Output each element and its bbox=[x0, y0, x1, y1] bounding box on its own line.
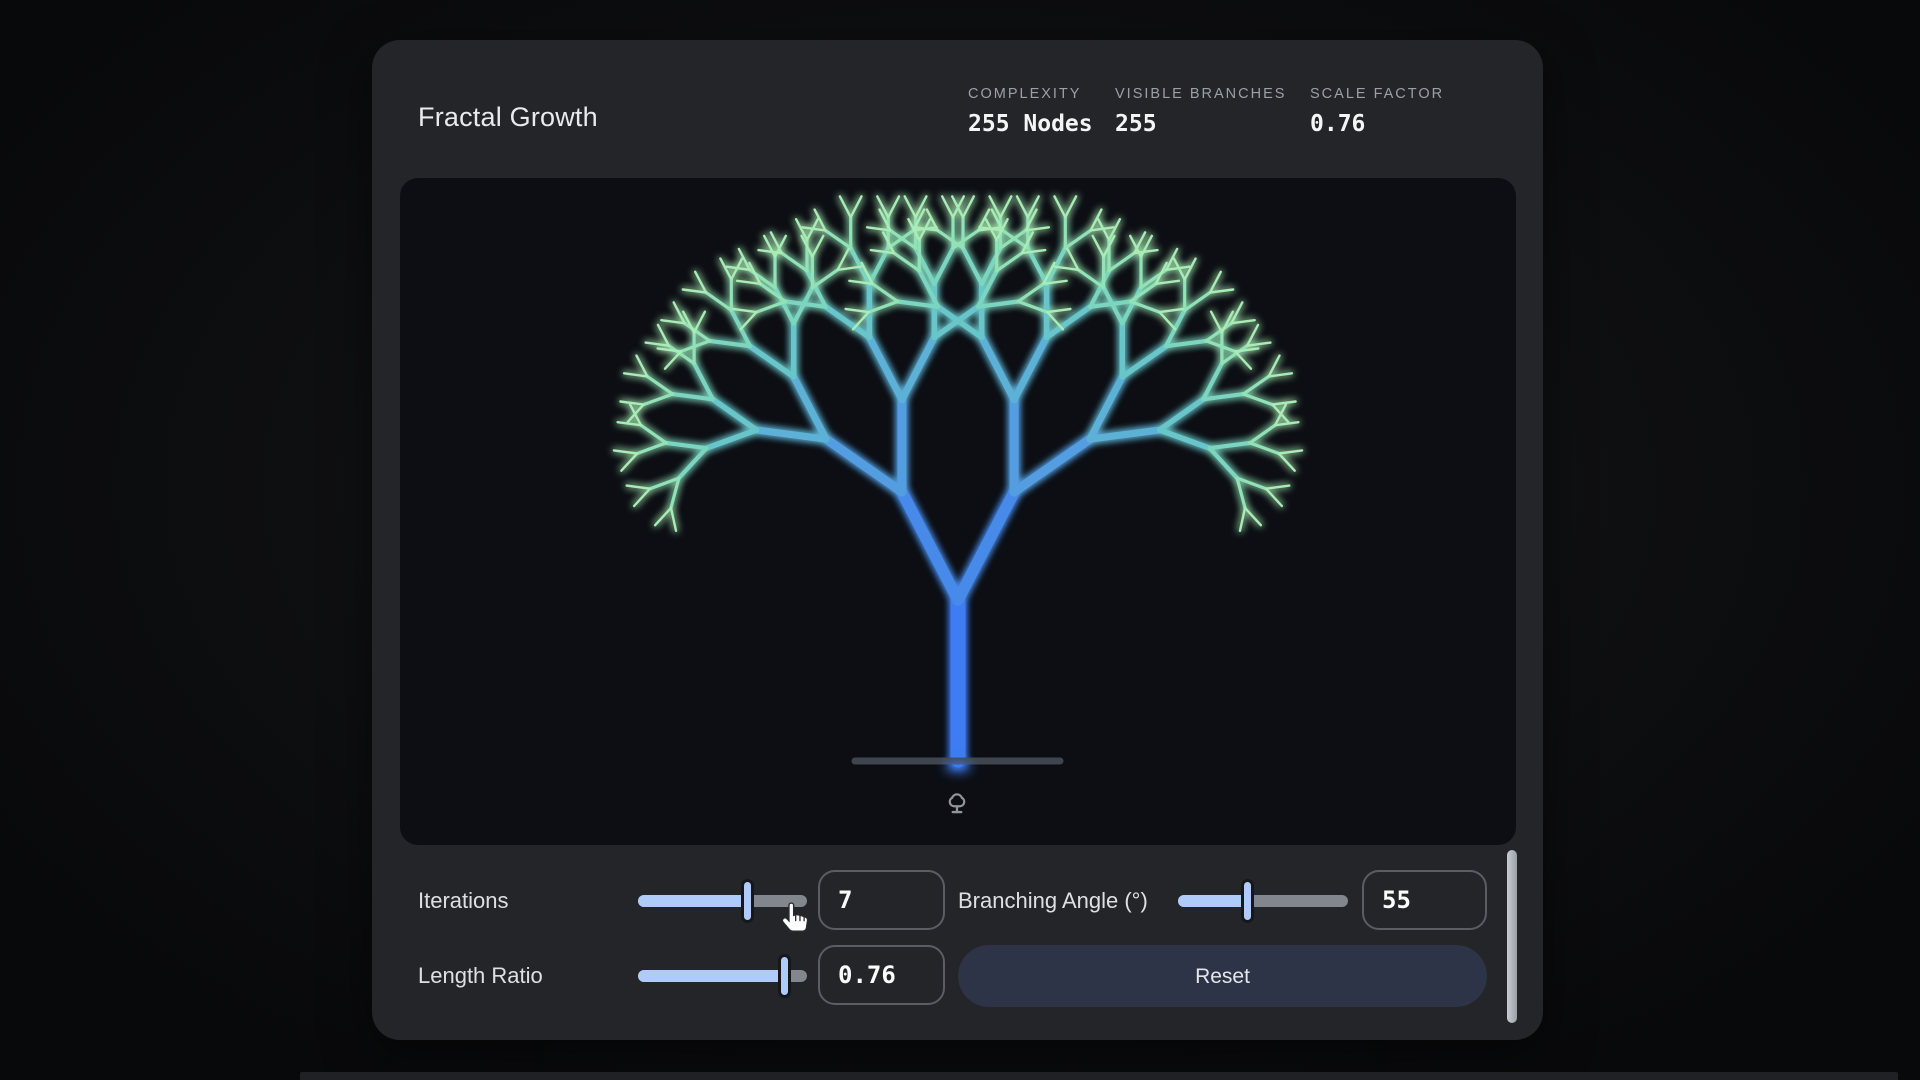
fractal-tree-drawing bbox=[612, 195, 1304, 774]
iterations-slider-thumb[interactable] bbox=[740, 879, 754, 923]
fractal-tree-branches bbox=[612, 195, 1304, 768]
length-ratio-slider-thumb[interactable] bbox=[778, 954, 792, 998]
stat-complexity-value: 255 Nodes bbox=[968, 111, 1093, 137]
stat-visible-branches: VISIBLE BRANCHES 255 bbox=[1115, 86, 1286, 137]
branching-angle-slider[interactable] bbox=[1178, 879, 1348, 923]
branching-angle-value-field[interactable]: 55 bbox=[1362, 870, 1487, 930]
branching-angle-slider-fill bbox=[1178, 895, 1248, 907]
fractal-canvas[interactable] bbox=[400, 178, 1516, 845]
stat-visible-branches-label: VISIBLE BRANCHES bbox=[1115, 86, 1287, 102]
iterations-value-field[interactable]: 7 bbox=[818, 870, 945, 930]
length-ratio-slider-fill bbox=[638, 970, 786, 982]
stat-complexity-label: COMPLEXITY bbox=[968, 86, 1082, 102]
stat-scale-factor: SCALE FACTOR 0.76 bbox=[1310, 86, 1444, 137]
trunk-base-glow bbox=[944, 760, 972, 774]
scrollbar-thumb[interactable] bbox=[1507, 850, 1517, 1023]
iterations-slider-fill bbox=[638, 895, 748, 907]
length-ratio-slider[interactable] bbox=[638, 954, 807, 998]
length-ratio-label: Length Ratio bbox=[418, 963, 543, 988]
stat-scale-factor-label: SCALE FACTOR bbox=[1310, 86, 1445, 102]
fractal-growth-panel: Fractal Growth COMPLEXITY 255 Nodes VISI… bbox=[372, 40, 1543, 1040]
stat-visible-branches-value: 255 bbox=[1115, 111, 1157, 137]
next-section-edge bbox=[300, 1072, 1898, 1080]
stat-scale-factor-value: 0.76 bbox=[1310, 111, 1366, 137]
reset-button[interactable]: Reset bbox=[958, 945, 1487, 1007]
iterations-label: Iterations bbox=[418, 888, 509, 913]
tree-icon bbox=[948, 793, 966, 814]
panel-title: Fractal Growth bbox=[418, 102, 598, 132]
length-ratio-value-field[interactable]: 0.76 bbox=[818, 945, 945, 1005]
branching-angle-slider-thumb[interactable] bbox=[1240, 879, 1254, 923]
branching-angle-label: Branching Angle (°) bbox=[958, 888, 1148, 913]
stat-complexity: COMPLEXITY 255 Nodes bbox=[968, 86, 1093, 137]
iterations-slider[interactable] bbox=[638, 879, 807, 923]
